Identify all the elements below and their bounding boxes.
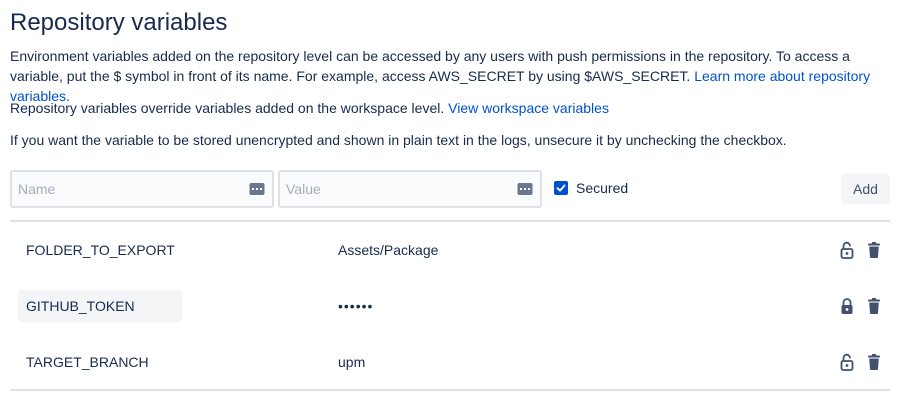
intro-paragraph: Environment variables added on the repos… — [10, 46, 890, 106]
add-button[interactable]: Add — [841, 174, 890, 204]
variable-name[interactable]: GITHUB_TOKEN — [18, 290, 182, 322]
keyboard-icon[interactable] — [517, 181, 533, 197]
override-text: Repository variables override variables … — [10, 100, 445, 116]
variable-value: upm — [338, 354, 366, 370]
value-input[interactable] — [280, 172, 540, 206]
unlocked-icon[interactable] — [838, 353, 856, 371]
value-field-wrapper — [278, 170, 542, 208]
variable-name[interactable]: FOLDER_TO_EXPORT — [18, 234, 182, 266]
variable-name[interactable]: TARGET_BRANCH — [18, 346, 182, 378]
name-field-wrapper — [10, 170, 274, 208]
variable-row: GITHUB_TOKEN •••••• — [10, 286, 890, 326]
secured-label: Secured — [576, 180, 629, 196]
trash-icon[interactable] — [866, 297, 882, 315]
keyboard-icon[interactable] — [249, 181, 265, 197]
variable-value: Assets/Package — [338, 242, 439, 258]
name-input[interactable] — [12, 172, 272, 206]
variable-value-masked: •••••• — [338, 298, 374, 314]
trash-icon[interactable] — [866, 241, 882, 259]
secured-checkbox-control[interactable]: Secured — [554, 180, 628, 196]
page-title: Repository variables — [10, 9, 228, 36]
table-bottom-divider — [10, 389, 890, 391]
unsecure-paragraph: If you want the variable to be stored un… — [10, 132, 787, 148]
trash-icon[interactable] — [866, 353, 882, 371]
secured-checkbox[interactable] — [554, 181, 568, 195]
check-icon — [556, 184, 566, 192]
variable-row: FOLDER_TO_EXPORT Assets/Package — [10, 230, 890, 270]
unlocked-icon[interactable] — [838, 241, 856, 259]
view-workspace-variables-link[interactable]: View workspace variables — [448, 100, 609, 116]
variable-row: TARGET_BRANCH upm — [10, 342, 890, 382]
locked-icon[interactable] — [838, 297, 856, 315]
table-top-divider — [10, 220, 890, 222]
override-paragraph: Repository variables override variables … — [10, 98, 890, 118]
